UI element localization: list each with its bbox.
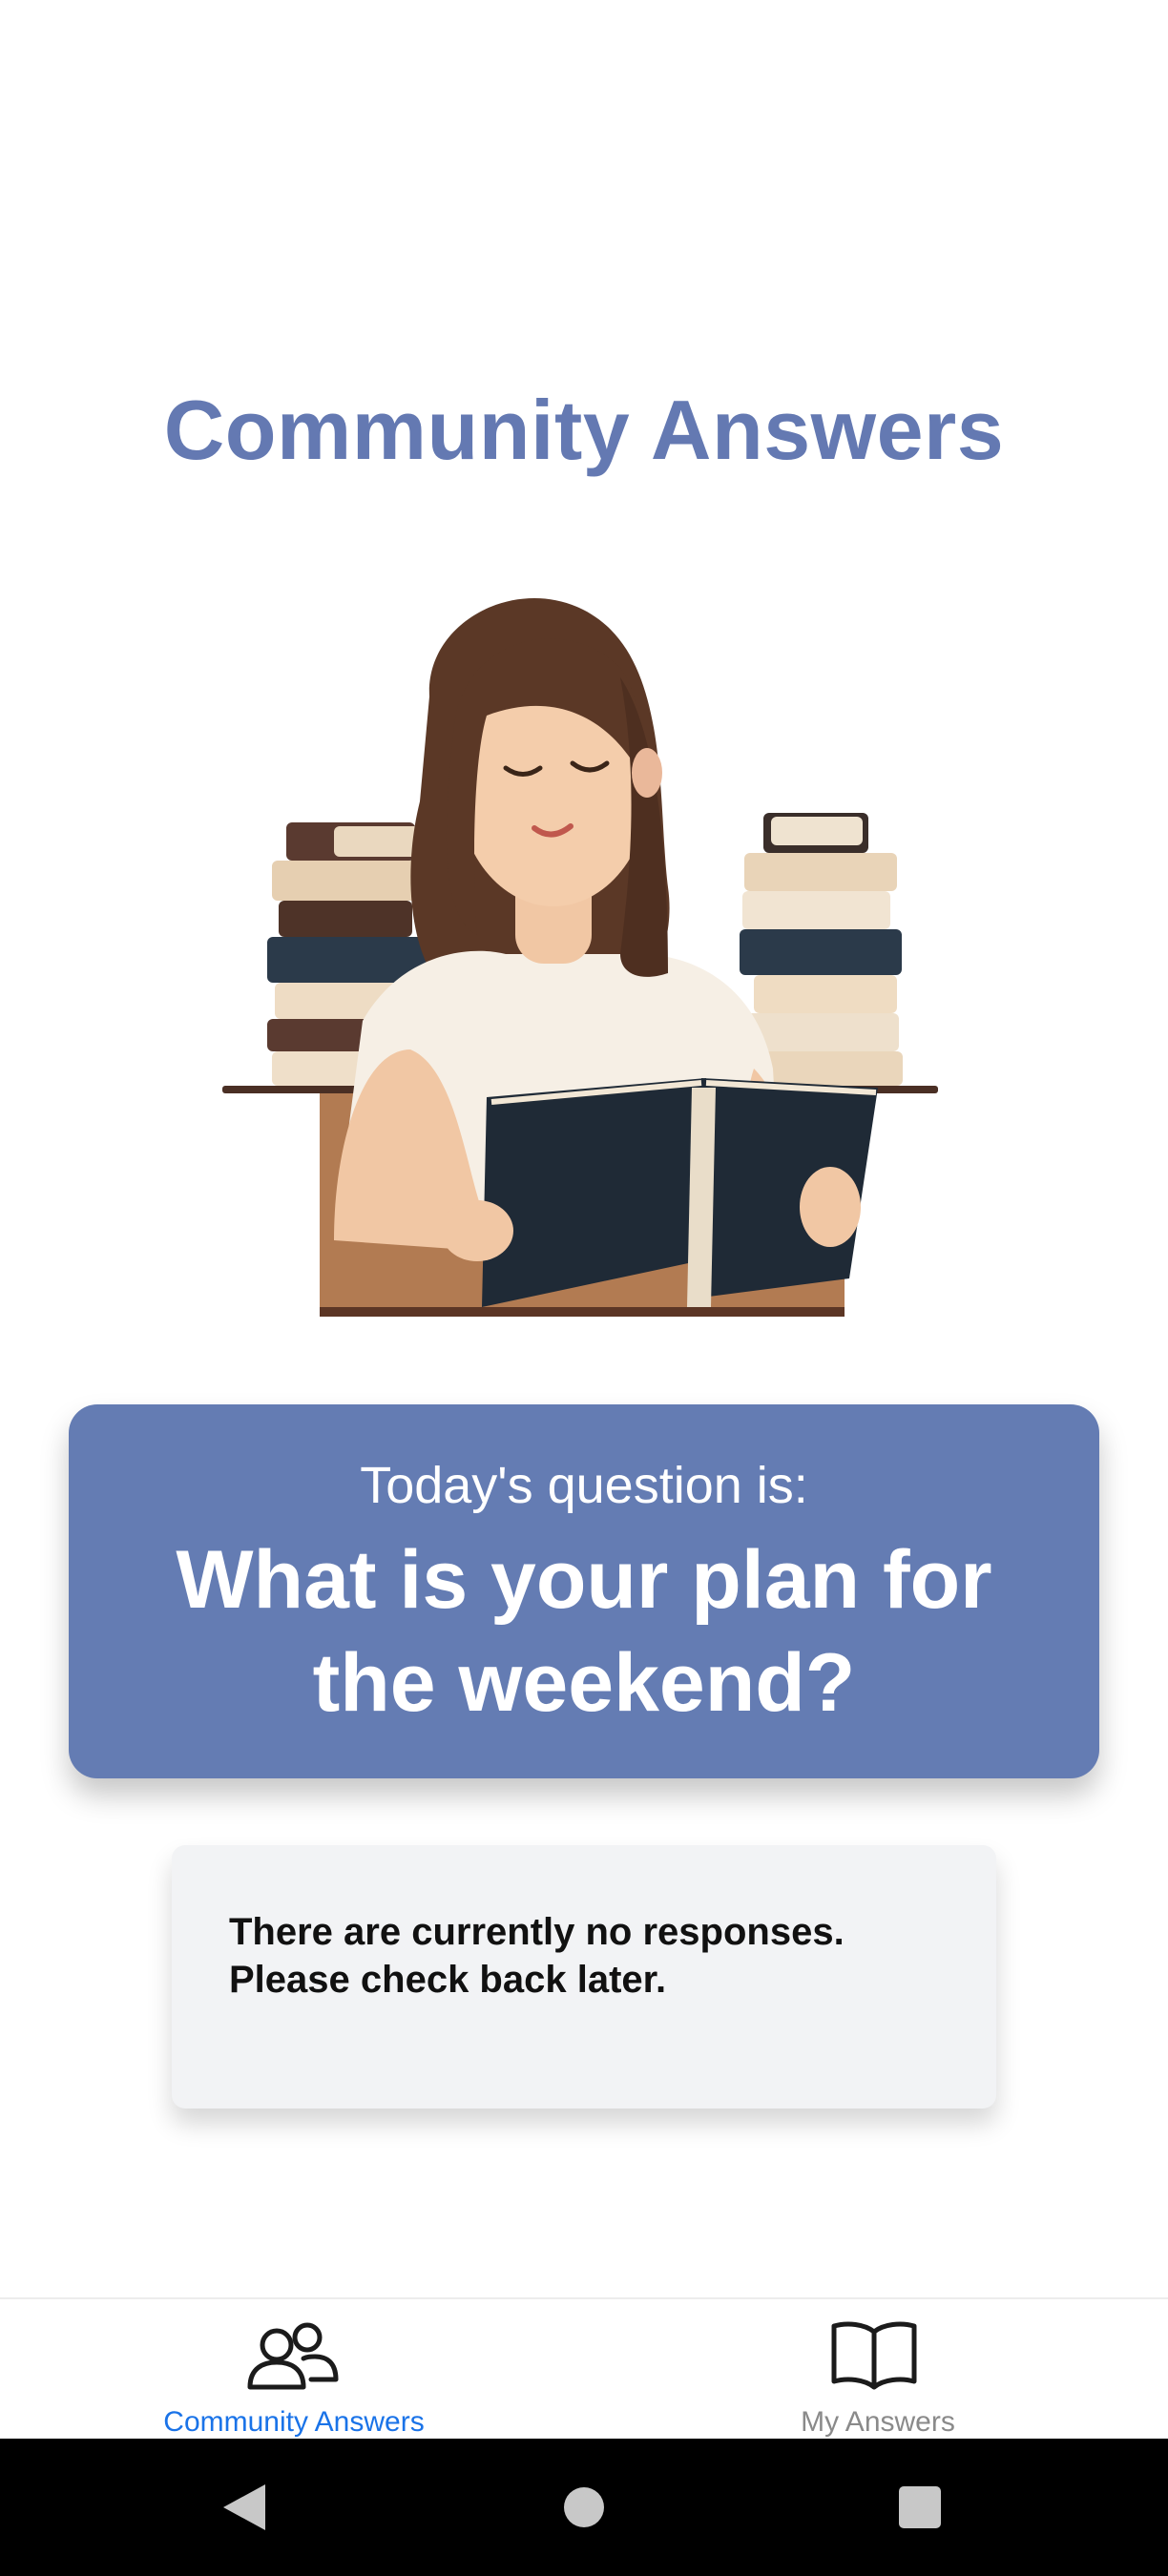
home-button[interactable] [527, 2439, 641, 2576]
bottom-navigation: Community Answers My Answers [0, 2297, 1168, 2441]
system-navigation-bar [0, 2439, 1168, 2576]
question-text: What is your plan for the weekend? [176, 1534, 992, 1729]
tab-my-answers[interactable]: My Answers [584, 2299, 1168, 2441]
back-icon [223, 2484, 265, 2530]
screen: Community Answers Today's question is: W… [0, 0, 1168, 2576]
tab-my-answers-label: My Answers [801, 2406, 955, 2438]
tab-community-answers-label: Community Answers [163, 2406, 425, 2438]
recents-button[interactable] [863, 2439, 977, 2576]
page-title: Community Answers [163, 383, 1005, 477]
question-label: Today's question is: [360, 1457, 808, 1514]
book-icon [831, 2321, 917, 2390]
tab-community-answers[interactable]: Community Answers [0, 2299, 584, 2441]
responses-empty-card: There are currently no responses. Please… [172, 1845, 996, 2109]
back-button[interactable] [187, 2439, 302, 2576]
question-card: Today's question is: What is your plan f… [69, 1404, 1099, 1778]
reading-illustration [222, 598, 938, 1317]
recents-icon [899, 2486, 941, 2528]
empty-state-message: There are currently no responses. Please… [229, 1911, 845, 2001]
people-icon [247, 2322, 339, 2390]
home-icon [564, 2487, 604, 2527]
